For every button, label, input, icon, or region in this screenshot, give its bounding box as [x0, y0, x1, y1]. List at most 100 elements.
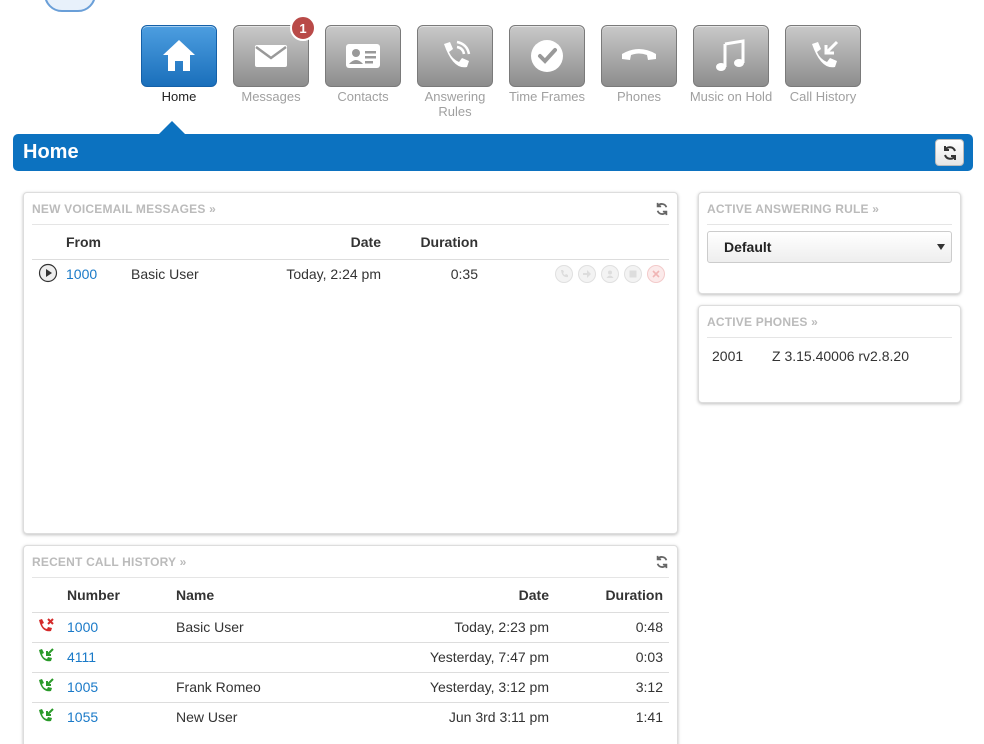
call-name: New User [176, 709, 238, 726]
answering-rule-panel-title[interactable]: ACTIVE ANSWERING RULE » [707, 202, 879, 216]
forward-icon[interactable] [578, 265, 596, 284]
incoming-call-icon [39, 677, 54, 691]
call-date: Yesterday, 3:12 pm [336, 672, 549, 703]
envelope-icon [255, 45, 287, 67]
nav-label-time-frames: Time Frames [508, 89, 586, 104]
page-title: Home [23, 141, 79, 163]
call-history-row: 1005 Frank Romeo Yesterday, 3:12 pm 3:12 [32, 672, 669, 703]
nav-answering-rules[interactable]: Answering Rules [409, 25, 501, 119]
call-date: Today, 2:23 pm [336, 612, 549, 643]
handset-icon [622, 49, 656, 60]
messages-button[interactable]: 1 [233, 15, 316, 87]
phone-model: Z 3.15.40006 rv2.8.20 [772, 348, 909, 364]
answering-rules-button[interactable] [417, 25, 493, 87]
voicemail-duration: 0:35 [450, 266, 478, 283]
call-history-refresh-icon[interactable] [655, 555, 669, 569]
col-number: Number [67, 578, 176, 613]
nav-phones[interactable]: Phones [593, 25, 685, 119]
answering-rule-panel: ACTIVE ANSWERING RULE » Default [698, 192, 961, 294]
save-icon[interactable] [624, 265, 642, 284]
call-history-panel: RECENT CALL HISTORY » Number Name Date D… [23, 545, 678, 744]
col-duration: Duration [381, 225, 478, 260]
home-icon [163, 40, 195, 71]
incoming-call-icon [39, 708, 54, 722]
voicemail-row: 1000 Basic User Today, 2:24 pm 0:35 [32, 259, 669, 289]
active-phone-row: 2001 Z 3.15.40006 rv2.8.20 [707, 338, 952, 364]
dropdown-arrow-icon [937, 244, 945, 250]
call-history-button[interactable] [785, 25, 861, 87]
nav-time-frames[interactable]: Time Frames [501, 25, 593, 119]
delete-icon[interactable] [647, 265, 665, 284]
contact-card-icon [346, 44, 380, 68]
call-duration: 3:12 [549, 672, 669, 703]
page-header: Home [13, 134, 973, 171]
time-frames-button[interactable] [509, 25, 585, 87]
voicemail-table: From Date Duration 1000 Basic User Today… [32, 225, 669, 289]
music-on-hold-button[interactable] [693, 25, 769, 87]
phone-ringing-icon [444, 40, 471, 68]
incoming-call-icon [39, 647, 54, 661]
call-date: Yesterday, 7:47 pm [336, 642, 549, 673]
play-icon[interactable] [38, 263, 58, 283]
messages-badge: 1 [290, 15, 316, 41]
music-note-icon [716, 39, 745, 71]
nav-label-contacts: Contacts [337, 89, 389, 104]
active-nav-caret [159, 121, 185, 134]
logo-tab [44, 0, 96, 12]
voicemail-from-number[interactable]: 1000 [66, 259, 131, 289]
contacts-button[interactable] [325, 25, 401, 87]
call-name [176, 642, 336, 673]
call-history-icon [812, 40, 839, 68]
col-duration: Duration [549, 578, 669, 613]
col-name: Name [176, 578, 336, 613]
call-number[interactable]: 1055 [67, 702, 176, 732]
call-history-panel-title[interactable]: RECENT CALL HISTORY » [32, 555, 186, 569]
home-button[interactable] [141, 25, 217, 87]
call-name: Frank Romeo [176, 672, 336, 703]
call-history-table: Number Name Date Duration 1000 Basic Use… [32, 578, 669, 732]
call-number[interactable]: 1000 [67, 612, 176, 643]
phone-extension: 2001 [712, 348, 744, 364]
main-nav: Home 1 Messages Contacts Answering Rules… [133, 15, 869, 119]
nav-label-phones: Phones [616, 89, 662, 104]
voicemail-date: Today, 2:24 pm [286, 266, 381, 283]
nav-music-on-hold[interactable]: Music on Hold [685, 25, 777, 119]
active-phones-panel-title[interactable]: ACTIVE PHONES » [707, 315, 818, 329]
voicemail-panel: NEW VOICEMAIL MESSAGES » From Date Durat… [23, 192, 678, 534]
call-number[interactable]: 4111 [67, 642, 176, 673]
save-contact-icon[interactable] [601, 265, 619, 284]
call-duration: 1:41 [635, 709, 663, 726]
nav-label-home: Home [161, 89, 197, 104]
active-phones-panel: ACTIVE PHONES » 2001 Z 3.15.40006 rv2.8.… [698, 305, 961, 403]
answering-rule-select[interactable]: Default [707, 231, 952, 263]
call-name: Basic User [176, 612, 336, 643]
missed-call-icon [39, 617, 54, 631]
col-from: From [66, 225, 131, 260]
voicemail-actions [478, 265, 669, 284]
nav-messages[interactable]: 1 Messages [225, 15, 317, 119]
nav-home[interactable]: Home [133, 25, 225, 119]
phones-button[interactable] [601, 25, 677, 87]
voicemail-from-name: Basic User [131, 266, 199, 283]
call-duration: 0:48 [549, 612, 669, 643]
call-history-row: 1000 Basic User Today, 2:23 pm 0:48 [32, 612, 669, 643]
clock-check-icon [531, 40, 563, 72]
nav-contacts[interactable]: Contacts [317, 25, 409, 119]
nav-call-history[interactable]: Call History [777, 25, 869, 119]
nav-label-answering-rules: Answering Rules [424, 89, 486, 119]
col-date: Date [231, 225, 381, 260]
call-back-icon[interactable] [555, 265, 573, 284]
call-history-row: 1055 New User Jun 3rd 3:11 pm 1:41 [32, 702, 669, 732]
voicemail-refresh-icon[interactable] [655, 202, 669, 216]
answering-rule-selected: Default [724, 239, 772, 255]
voicemail-panel-title[interactable]: NEW VOICEMAIL MESSAGES » [32, 202, 216, 216]
nav-label-messages: Messages [241, 89, 301, 104]
call-number[interactable]: 1005 [67, 672, 176, 703]
call-history-row: 4111 Yesterday, 7:47 pm 0:03 [32, 642, 669, 673]
col-date: Date [336, 578, 549, 613]
nav-label-call-history: Call History [789, 89, 857, 104]
call-duration: 0:03 [549, 642, 669, 673]
call-date: Jun 3rd 3:11 pm [448, 709, 549, 726]
nav-label-music-on-hold: Music on Hold [689, 89, 773, 104]
page-refresh-button[interactable] [935, 139, 964, 166]
